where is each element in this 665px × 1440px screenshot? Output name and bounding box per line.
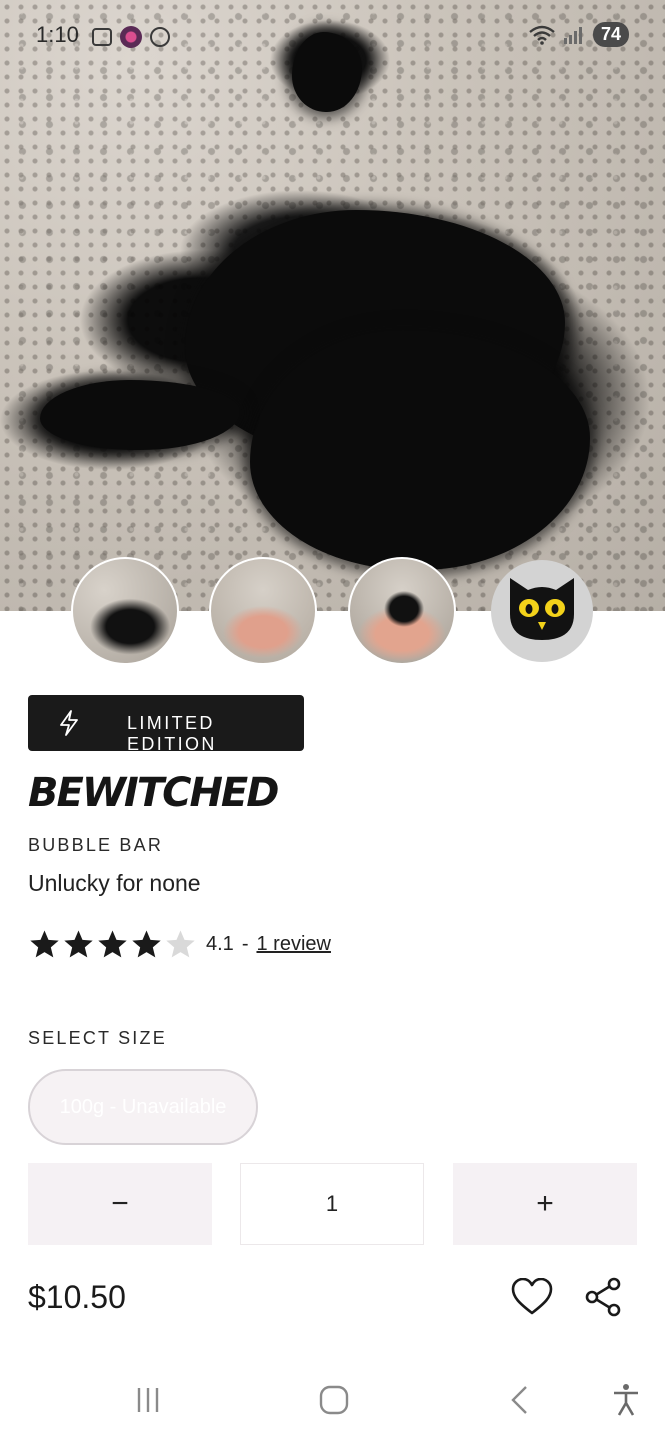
star-filled-icon [98, 930, 127, 958]
black-water-pool [40, 380, 240, 450]
accessibility-icon [614, 1384, 638, 1416]
star-filled-icon [30, 930, 59, 958]
back-chevron-icon [511, 1386, 527, 1414]
thumbnail-hands-holding-bar[interactable] [209, 557, 317, 665]
system-navigation-bar [0, 1360, 665, 1440]
black-water-pool [250, 330, 590, 570]
share-icon [585, 1277, 621, 1317]
app-notification-icon [120, 26, 142, 48]
product-hero-image [0, 0, 665, 611]
star-filled-icon [132, 930, 161, 958]
thumbnail-cat-bar-in-hands[interactable] [348, 557, 456, 665]
share-button[interactable] [580, 1274, 626, 1320]
system-icons: 74 [529, 22, 629, 47]
image-thumbnails [0, 557, 665, 667]
rating-separator: - [241, 933, 249, 955]
cat-face-image [510, 578, 574, 640]
signal-icon [563, 26, 582, 44]
home-button[interactable] [314, 1380, 354, 1420]
select-size-label: SELECT SIZE [28, 1028, 167, 1048]
back-button[interactable] [500, 1380, 540, 1420]
thumbnail-cat-face-bar-selected[interactable] [491, 560, 593, 662]
wishlist-button[interactable] [509, 1274, 555, 1320]
battery-indicator: 74 [592, 22, 629, 47]
notification-icons [92, 26, 170, 48]
star-empty-icon [166, 930, 195, 958]
increase-quantity-button[interactable]: + [453, 1163, 637, 1245]
status-time: 1:10 [36, 22, 79, 47]
heart-icon [511, 1278, 553, 1315]
product-category: BUBBLE BAR [28, 835, 164, 855]
wifi-icon [529, 25, 555, 45]
quantity-field[interactable]: 1 [240, 1163, 424, 1245]
thumbnail-bath-water[interactable] [71, 557, 179, 665]
product-title: BEWITCHED [28, 770, 279, 816]
sync-icon [150, 27, 170, 47]
decrease-quantity-button[interactable]: − [28, 1163, 212, 1245]
product-rating: 4.1 - 1 review [28, 928, 331, 961]
size-option-100g[interactable]: 100g - Unavailable [28, 1069, 258, 1145]
star-filled-icon [64, 930, 93, 958]
product-tagline: Unlucky for none [28, 870, 201, 896]
lightning-bolt-icon [60, 710, 78, 736]
badge-label: LIMITED EDITION [127, 713, 217, 754]
reviews-link[interactable]: 1 review [256, 933, 330, 956]
product-price: $10.50 [28, 1279, 126, 1315]
recent-apps-button[interactable] [128, 1380, 168, 1420]
status-bar: 1:10 74 [0, 0, 665, 72]
screenshot-icon [92, 28, 112, 46]
star-rating [28, 928, 198, 961]
limited-edition-badge: LIMITED EDITION [28, 695, 304, 754]
recent-apps-icon [137, 1388, 159, 1412]
home-icon [319, 1385, 349, 1415]
rating-value: 4.1 [206, 933, 234, 955]
accessibility-button[interactable] [606, 1380, 646, 1420]
